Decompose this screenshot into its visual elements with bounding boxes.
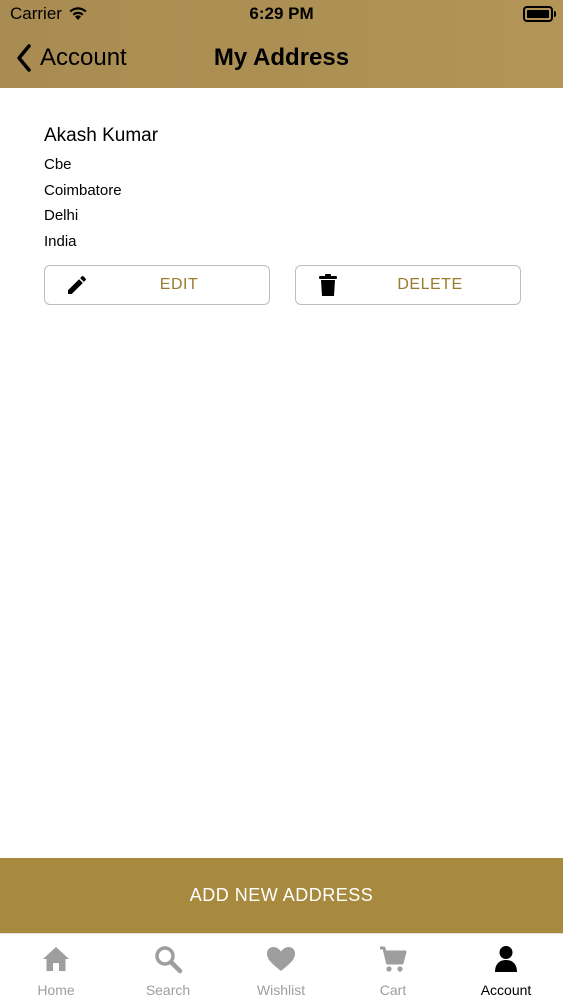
tab-account-label: Account xyxy=(480,982,532,998)
address-line-1: Cbe xyxy=(44,156,72,173)
cart-icon xyxy=(380,946,407,972)
home-icon xyxy=(43,947,69,971)
search-icon xyxy=(155,946,183,974)
tab-home-label: Home xyxy=(37,982,75,998)
tab-search[interactable]: Search xyxy=(112,934,224,1001)
delete-address-button[interactable]: DELETE xyxy=(295,265,521,305)
edit-button-label: EDIT xyxy=(159,276,199,293)
tab-cart-label: Cart xyxy=(379,982,407,998)
address-line-2: Coimbatore xyxy=(44,181,122,199)
tab-wishlist[interactable]: Wishlist xyxy=(225,934,337,1001)
tab-search-label: Search xyxy=(145,982,191,998)
delete-button-label: DELETE xyxy=(397,276,463,293)
battery-icon xyxy=(523,6,556,22)
tab-account[interactable]: Account xyxy=(450,934,562,1001)
tab-cart[interactable]: Cart xyxy=(337,934,449,1001)
tab-wishlist-label: Wishlist xyxy=(256,982,306,998)
add-new-address-button[interactable]: ADD NEW ADDRESS xyxy=(0,858,563,933)
status-time: 6:29 PM xyxy=(249,4,314,23)
status-bar: Carrier 6:29 PM xyxy=(0,0,563,30)
header: Carrier 6:29 PM Account My Address xyxy=(0,0,563,88)
heart-icon xyxy=(267,947,295,971)
address-line-4: India xyxy=(44,232,77,250)
page-title: My Address xyxy=(213,44,350,71)
address-card: Akash Kumar Cbe Coimbatore Delhi India E… xyxy=(44,120,522,305)
pencil-icon xyxy=(68,275,87,294)
edit-address-button[interactable]: EDIT xyxy=(44,265,270,305)
tab-bar: Home Search Wishlist Cart Account xyxy=(0,933,563,1001)
tab-home[interactable]: Home xyxy=(0,934,112,1001)
address-name: Akash Kumar xyxy=(44,125,159,146)
trash-icon xyxy=(319,274,337,296)
user-icon xyxy=(495,946,517,972)
address-actions: EDIT DELETE xyxy=(44,265,522,305)
address-line-3: Delhi xyxy=(44,207,79,224)
